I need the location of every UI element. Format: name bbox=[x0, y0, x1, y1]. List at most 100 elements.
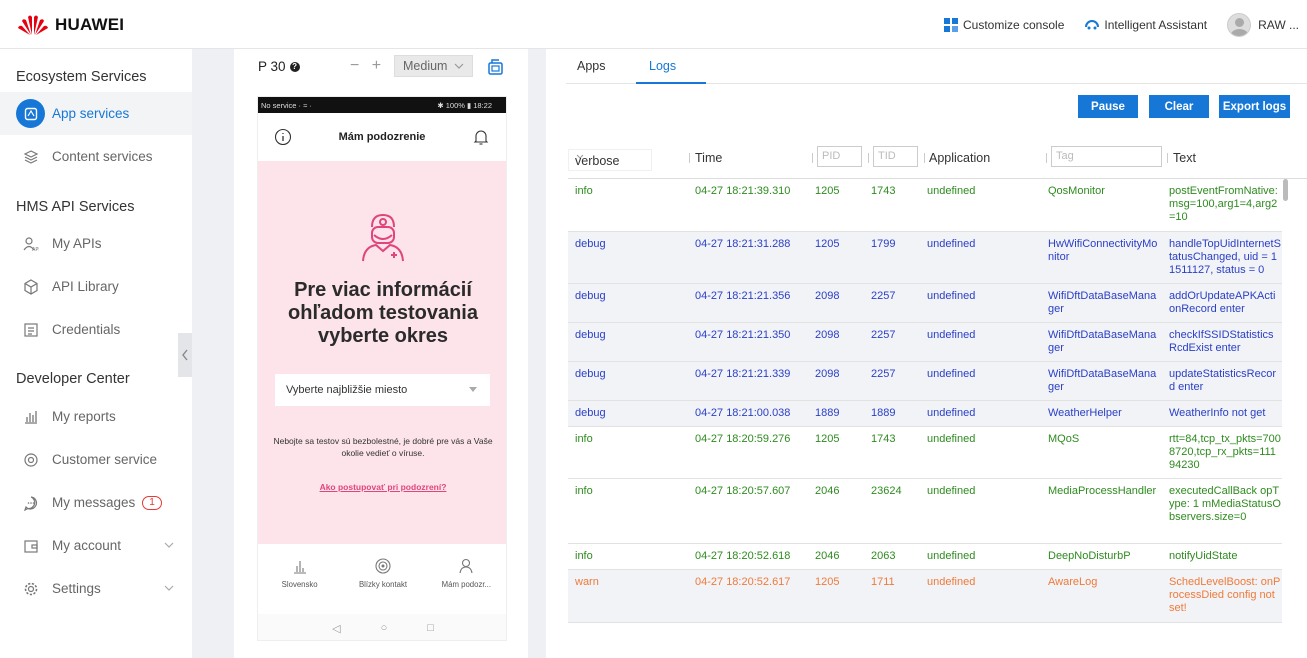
log-level: info bbox=[575, 485, 593, 497]
help-icon[interactable]: ? bbox=[289, 61, 300, 72]
avatar bbox=[1227, 12, 1252, 37]
log-tid: 1743 bbox=[871, 185, 896, 197]
log-application: undefined bbox=[927, 329, 976, 341]
dropdown-arrow-icon bbox=[469, 387, 477, 392]
tid-filter-input[interactable]: TID bbox=[873, 146, 918, 167]
log-time: 04-27 18:21:31.288 bbox=[695, 238, 791, 250]
log-level: debug bbox=[575, 329, 606, 341]
log-pid: 1205 bbox=[815, 576, 840, 588]
log-text: executedCallBack opType: 1 mMediaStatusO… bbox=[1169, 485, 1281, 523]
sidebar-item-content-services[interactable]: Content services bbox=[0, 135, 192, 178]
log-text: rtt=84,tcp_tx_pkts=7008720,tcp_rx_pkts=1… bbox=[1169, 433, 1281, 471]
customize-console-link[interactable]: Customize console bbox=[943, 17, 1064, 33]
log-row[interactable]: info 04-27 18:21:39.310 1205 1743 undefi… bbox=[568, 179, 1282, 232]
info-icon[interactable] bbox=[274, 128, 292, 146]
tab-logs[interactable]: Logs bbox=[649, 59, 676, 73]
log-text: postEventFromNative: msg=100,arg1=4,arg2… bbox=[1169, 185, 1278, 223]
bar-chart-icon bbox=[22, 408, 40, 426]
log-application: undefined bbox=[927, 433, 976, 445]
export-logs-button[interactable]: Export logs bbox=[1219, 95, 1290, 118]
clear-button[interactable]: Clear bbox=[1149, 95, 1209, 118]
sidebar-item-my-reports[interactable]: My reports bbox=[0, 395, 192, 438]
sidebar-item-api-library[interactable]: API Library bbox=[0, 265, 192, 308]
nav-tab-label: Mám podozr... bbox=[441, 580, 492, 589]
log-application: undefined bbox=[927, 550, 976, 562]
log-time: 04-27 18:21:00.038 bbox=[695, 407, 791, 419]
hero-section: Pre viac informácií ohľadom testovania v… bbox=[258, 161, 506, 544]
log-level: debug bbox=[575, 368, 606, 380]
log-row[interactable]: info 04-27 18:20:59.276 1205 1743 undefi… bbox=[568, 427, 1282, 479]
log-pid: 1205 bbox=[815, 185, 840, 197]
zoom-out-button[interactable]: − bbox=[350, 57, 359, 74]
zoom-in-button[interactable]: + bbox=[372, 57, 381, 74]
sidebar-item-my-account[interactable]: My account bbox=[0, 524, 192, 567]
column-separator bbox=[924, 153, 925, 163]
recents-button[interactable]: □ bbox=[427, 622, 434, 634]
section-developer-center: Developer Center bbox=[16, 371, 130, 387]
log-level-select[interactable]: verbose bbox=[568, 149, 652, 171]
log-tag: MediaProcessHandler bbox=[1048, 485, 1157, 497]
huawei-logo[interactable]: HUAWEI bbox=[17, 13, 124, 37]
log-scrollbar[interactable] bbox=[1283, 179, 1288, 201]
sidebar-item-settings[interactable]: Settings bbox=[0, 567, 192, 610]
bell-icon[interactable] bbox=[472, 128, 490, 146]
log-row[interactable]: debug 04-27 18:21:31.288 1205 1799 undef… bbox=[568, 232, 1282, 284]
rotate-screen-icon[interactable] bbox=[487, 58, 505, 76]
tab-apps[interactable]: Apps bbox=[577, 59, 606, 73]
app-title: Mám podozrenie bbox=[338, 131, 426, 143]
log-row[interactable]: info 04-27 18:20:52.618 2046 2063 undefi… bbox=[568, 544, 1282, 570]
log-text: WeatherInfo not get bbox=[1169, 407, 1266, 419]
intelligent-assistant-link[interactable]: Intelligent Assistant bbox=[1084, 17, 1207, 33]
sidebar-item-my-apis[interactable]: API My APIs bbox=[0, 222, 192, 265]
log-application: undefined bbox=[927, 576, 976, 588]
log-text: addOrUpdateAPKActionRecord enter bbox=[1169, 290, 1276, 315]
pid-filter-input[interactable]: PID bbox=[817, 146, 862, 167]
wallet-icon bbox=[22, 537, 40, 555]
assistant-icon bbox=[1085, 19, 1100, 29]
log-tid: 2063 bbox=[871, 550, 896, 562]
log-row[interactable]: debug 04-27 18:21:21.339 2098 2257 undef… bbox=[568, 362, 1282, 401]
sidebar-item-credentials[interactable]: Credentials bbox=[0, 308, 192, 351]
log-level: debug bbox=[575, 407, 606, 419]
log-time: 04-27 18:21:21.350 bbox=[695, 329, 791, 341]
suspicion-link[interactable]: Ako postupovať pri podozrení? bbox=[258, 482, 506, 492]
app-bottom-nav: Slovensko Blízky kontakt Mám podozr... bbox=[258, 544, 506, 614]
log-tag: HwWifiConnectivityMonitor bbox=[1048, 238, 1158, 263]
status-right: ✱ 100% ▮ 18:22 bbox=[437, 100, 492, 110]
column-time: Time bbox=[695, 151, 723, 165]
log-row[interactable]: info 04-27 18:20:57.607 2046 23624 undef… bbox=[568, 479, 1282, 544]
pause-button[interactable]: Pause bbox=[1078, 95, 1138, 118]
tab-bar: Apps Logs bbox=[566, 49, 1307, 84]
nav-tab-slovensko[interactable]: Slovensko bbox=[258, 544, 341, 614]
log-row[interactable]: debug 04-27 18:21:21.350 2098 2257 undef… bbox=[568, 323, 1282, 362]
user-menu[interactable]: RAW ... bbox=[1227, 12, 1299, 37]
doctor-icon bbox=[362, 213, 404, 262]
column-separator bbox=[868, 153, 869, 163]
log-tag: MQoS bbox=[1048, 433, 1080, 445]
sidebar-item-app-services[interactable]: App services bbox=[0, 92, 192, 135]
phone-screen: No service · ≈ · ✱ 100% ▮ 18:22 Mám podo… bbox=[257, 96, 507, 641]
log-time: 04-27 18:20:59.276 bbox=[695, 433, 791, 445]
system-nav-bar: ◁ ○ □ bbox=[258, 614, 506, 640]
location-select[interactable]: Vyberte najbližšie miesto bbox=[275, 374, 490, 406]
log-row[interactable]: warn 04-27 18:20:52.617 1205 1711 undefi… bbox=[568, 570, 1282, 623]
nav-tab-blizky-kontakt[interactable]: Blízky kontakt bbox=[341, 544, 424, 614]
sidebar-item-label: Customer service bbox=[52, 452, 158, 467]
log-tid: 1889 bbox=[871, 407, 896, 419]
log-row[interactable]: debug 04-27 18:21:00.038 1889 1889 undef… bbox=[568, 401, 1282, 427]
tag-filter-input[interactable]: Tag bbox=[1051, 146, 1162, 167]
device-size-select[interactable]: Medium bbox=[394, 55, 473, 77]
log-tid: 1711 bbox=[871, 576, 895, 588]
home-button[interactable]: ○ bbox=[381, 622, 388, 634]
app-services-icon bbox=[16, 99, 45, 128]
device-size-value: Medium bbox=[403, 59, 448, 73]
customize-console-label: Customize console bbox=[962, 17, 1065, 32]
log-level-value: verbose bbox=[575, 154, 620, 168]
sidebar-item-my-messages[interactable]: My messages 1 bbox=[0, 481, 192, 524]
sidebar-item-customer-service[interactable]: Customer service bbox=[0, 438, 192, 481]
log-pid: 2098 bbox=[815, 290, 840, 302]
sidebar-collapse-button[interactable] bbox=[178, 333, 192, 377]
log-row[interactable]: debug 04-27 18:21:21.356 2098 2257 undef… bbox=[568, 284, 1282, 323]
back-button[interactable]: ◁ bbox=[332, 622, 340, 635]
nav-tab-mam-podozrenie[interactable]: Mám podozr... bbox=[425, 544, 506, 614]
